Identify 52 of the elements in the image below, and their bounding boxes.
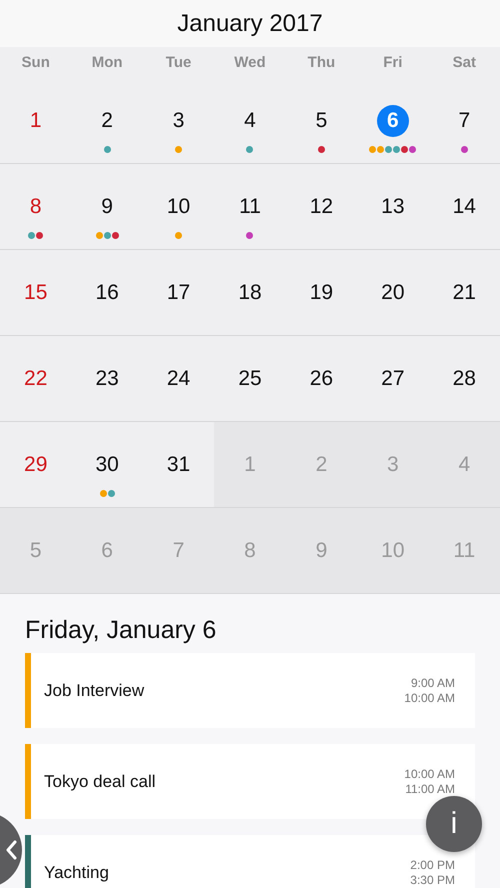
back-icon <box>5 840 17 860</box>
day-number[interactable]: 25 <box>238 366 262 392</box>
event-end-time: 10:00 AM <box>404 690 455 706</box>
event-card[interactable]: Yachting 2:00 PM 3:30 PM <box>25 835 475 888</box>
event-start-time: 2:00 PM <box>410 858 455 872</box>
day-number[interactable]: 23 <box>95 366 119 392</box>
day-number[interactable]: 29 <box>24 452 48 478</box>
agenda-date-heading: Friday, January 6 <box>25 616 218 645</box>
event-card[interactable]: Job Interview 9:00 AM 10:00 AM <box>25 653 475 728</box>
day-number[interactable]: 18 <box>238 280 262 306</box>
day-number[interactable]: 19 <box>310 280 334 306</box>
day-number[interactable]: 15 <box>24 280 48 306</box>
selected-day-number[interactable]: 6 <box>376 105 409 137</box>
day-number[interactable]: 5 <box>316 108 328 134</box>
day-number[interactable]: 10 <box>166 194 190 220</box>
event-title: Tokyo deal call <box>44 772 157 792</box>
day-number[interactable]: 13 <box>381 194 405 220</box>
weekday-label: Mon <box>92 54 123 71</box>
day-number[interactable]: 12 <box>310 194 334 220</box>
day-number[interactable]: 17 <box>166 280 190 306</box>
event-title: Yachting <box>44 862 110 882</box>
day-number[interactable]: 16 <box>95 280 119 306</box>
day-number[interactable]: 31 <box>166 452 190 478</box>
day-number[interactable]: 8 <box>30 194 42 220</box>
day-number[interactable]: 11 <box>239 194 261 220</box>
day-number[interactable]: 1 <box>30 108 42 134</box>
day-number[interactable]: 20 <box>381 280 405 306</box>
event-end-time: 3:30 PM <box>410 872 455 888</box>
weekday-label: Thu <box>308 54 336 71</box>
weekday-label: Sun <box>22 54 50 71</box>
weekday-label: Wed <box>234 54 266 71</box>
day-number[interactable]: 26 <box>310 366 334 392</box>
day-number[interactable]: 4 <box>244 108 256 134</box>
day-number[interactable]: 27 <box>381 366 405 392</box>
day-number[interactable]: 14 <box>452 194 476 220</box>
day-number[interactable]: 9 <box>101 194 113 220</box>
day-number[interactable]: 30 <box>95 452 119 478</box>
event-start-time: 10:00 AM <box>404 766 455 782</box>
weekday-label: Fri <box>383 54 402 71</box>
day-number[interactable]: 7 <box>458 108 470 134</box>
day-number[interactable]: 2 <box>101 108 113 134</box>
weekday-label: Tue <box>166 54 192 71</box>
event-title: Job Interview <box>44 680 146 700</box>
event-start-time: 9:00 AM <box>410 676 455 690</box>
weekday-label: Sat <box>452 54 476 71</box>
day-number[interactable]: 28 <box>452 366 476 392</box>
event-end-time: 11:00 AM <box>405 782 455 796</box>
day-number[interactable]: 3 <box>172 108 184 134</box>
day-number[interactable]: 22 <box>24 366 48 392</box>
month-title: January 2017 <box>177 10 323 38</box>
day-number[interactable]: 24 <box>166 366 190 392</box>
day-number[interactable]: 21 <box>452 280 476 306</box>
